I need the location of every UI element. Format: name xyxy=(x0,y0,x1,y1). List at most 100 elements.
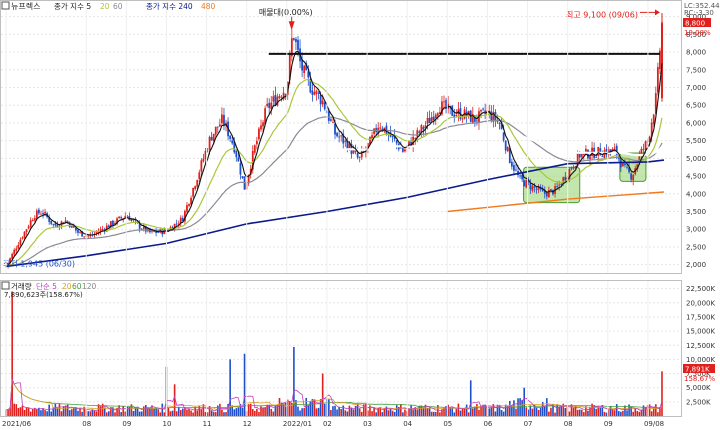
volume-bar xyxy=(513,400,515,416)
candle-body xyxy=(192,187,195,197)
volume-bar xyxy=(336,409,338,416)
volume-bar xyxy=(272,411,275,416)
candle-body xyxy=(313,92,316,95)
volume-bar xyxy=(422,408,425,416)
candle-body xyxy=(416,130,419,137)
volume-bar xyxy=(62,406,65,416)
volume-tick-label: 5,000K xyxy=(686,384,711,392)
stock-chart[interactable]: 매물대(0.00%) 최고 9,100 (09/06) 최저 1,945 (06… xyxy=(0,0,720,430)
candle-body xyxy=(336,132,338,137)
volume-bar xyxy=(235,408,238,416)
volume-bar xyxy=(40,410,42,416)
volume-bar xyxy=(564,408,567,416)
candle-body xyxy=(253,145,256,153)
volume-bar xyxy=(360,411,363,416)
candle-body xyxy=(77,230,79,233)
volume-bar xyxy=(114,412,116,416)
volume-bar xyxy=(589,406,591,416)
volume-bar xyxy=(288,401,291,416)
volume-bar xyxy=(620,411,622,416)
volume-bar xyxy=(301,408,303,416)
candle-body xyxy=(619,160,622,168)
candle-body xyxy=(624,163,626,166)
volume-bar xyxy=(467,412,470,416)
volume-bar xyxy=(103,407,106,416)
candle-body xyxy=(523,180,526,187)
volume-bar xyxy=(89,411,92,416)
volume-legend-checkbox[interactable] xyxy=(1,281,10,290)
volume-bar xyxy=(400,404,402,416)
volume-bar xyxy=(371,411,373,416)
candle-body xyxy=(391,135,394,137)
volume-bar xyxy=(348,405,351,416)
volume-bar xyxy=(525,407,528,416)
volume-bar xyxy=(375,412,377,416)
candle-body xyxy=(535,188,538,190)
volume-bar xyxy=(523,387,526,416)
volume-tick-label: 10,000K xyxy=(686,356,715,364)
volume-value-line: 7,890,623주(158.67%) xyxy=(4,291,83,299)
volume-bar xyxy=(416,409,419,416)
volume-bar xyxy=(636,410,639,416)
candle-body xyxy=(218,124,221,127)
candle-body xyxy=(461,118,464,120)
candle-body xyxy=(321,100,324,105)
candle-body xyxy=(87,235,90,237)
candle-body xyxy=(545,192,548,197)
volume-bar xyxy=(237,407,240,416)
volume-bar xyxy=(578,409,581,416)
ticker-name[interactable]: 뉴프렉스 xyxy=(11,1,40,11)
high-annotation: 최고 9,100 (09/06) xyxy=(566,9,638,19)
candle-body xyxy=(420,125,423,133)
price-legend: 뉴프렉스 종가 지수 5 20 60 종가 지수 240 480 xyxy=(1,1,216,11)
volume-bar xyxy=(323,403,326,416)
volume-bar xyxy=(15,404,18,416)
volume-bar xyxy=(260,406,262,416)
volume-bar xyxy=(469,380,472,416)
volume-bar xyxy=(334,405,336,416)
volume-bar xyxy=(463,408,466,416)
date-tick-label: 06 xyxy=(483,420,492,428)
candle-body xyxy=(589,156,591,160)
volume-bar xyxy=(634,408,637,416)
candle-body xyxy=(319,94,322,105)
candle-body xyxy=(44,211,46,214)
candle-body xyxy=(525,180,528,188)
candle-body xyxy=(455,115,458,116)
candle-body xyxy=(95,232,98,234)
date-tick-label: 05 xyxy=(443,420,452,428)
volume-bar xyxy=(617,411,620,416)
volume-bar xyxy=(303,408,305,416)
volume-bar xyxy=(461,408,464,416)
candle-body xyxy=(112,220,114,226)
volume-bar xyxy=(457,403,460,416)
volume-bar xyxy=(122,406,125,416)
volume-title: 거래량 xyxy=(11,282,32,291)
volume-bar xyxy=(432,411,435,416)
volume-bar xyxy=(338,406,340,416)
legend-checkbox[interactable] xyxy=(1,1,10,10)
candle-body xyxy=(513,165,515,171)
candle-body xyxy=(292,38,295,40)
candle-body xyxy=(186,205,188,212)
candle-body xyxy=(101,229,104,230)
price-tick-label: 7,500 xyxy=(686,66,706,74)
candle-body xyxy=(434,114,437,119)
date-tick-label: 02 xyxy=(323,420,332,428)
volume-panel[interactable] xyxy=(0,280,682,417)
candle-body xyxy=(642,149,645,150)
volume-bar xyxy=(219,403,221,416)
candle-body xyxy=(17,244,20,249)
candle-body xyxy=(428,118,431,123)
candle-body xyxy=(572,167,575,169)
candle-body xyxy=(498,123,501,125)
volume-bar xyxy=(476,404,478,416)
price-axis: 2,000 2,500 3,000 3,500 4,000 4,500 5,000 5,500… xyxy=(686,13,706,269)
volume-bar xyxy=(389,408,392,416)
volume-bar xyxy=(243,353,246,416)
date-tick-label: 2022/01 xyxy=(283,420,312,428)
volume-bar xyxy=(391,410,394,416)
volume-bar xyxy=(488,408,491,416)
volume-bar xyxy=(379,407,382,416)
volume-bar xyxy=(81,411,83,416)
